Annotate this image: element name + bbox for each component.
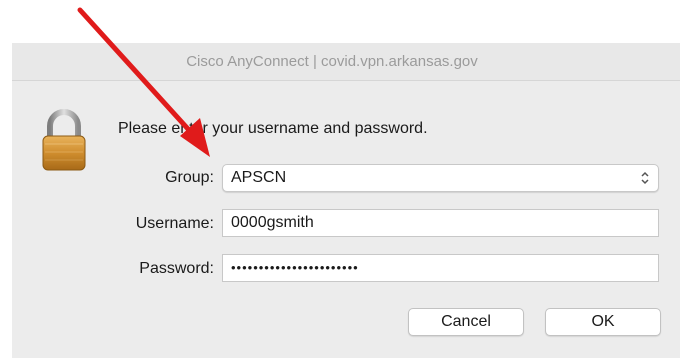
- red-arrow-annotation: [77, 7, 210, 157]
